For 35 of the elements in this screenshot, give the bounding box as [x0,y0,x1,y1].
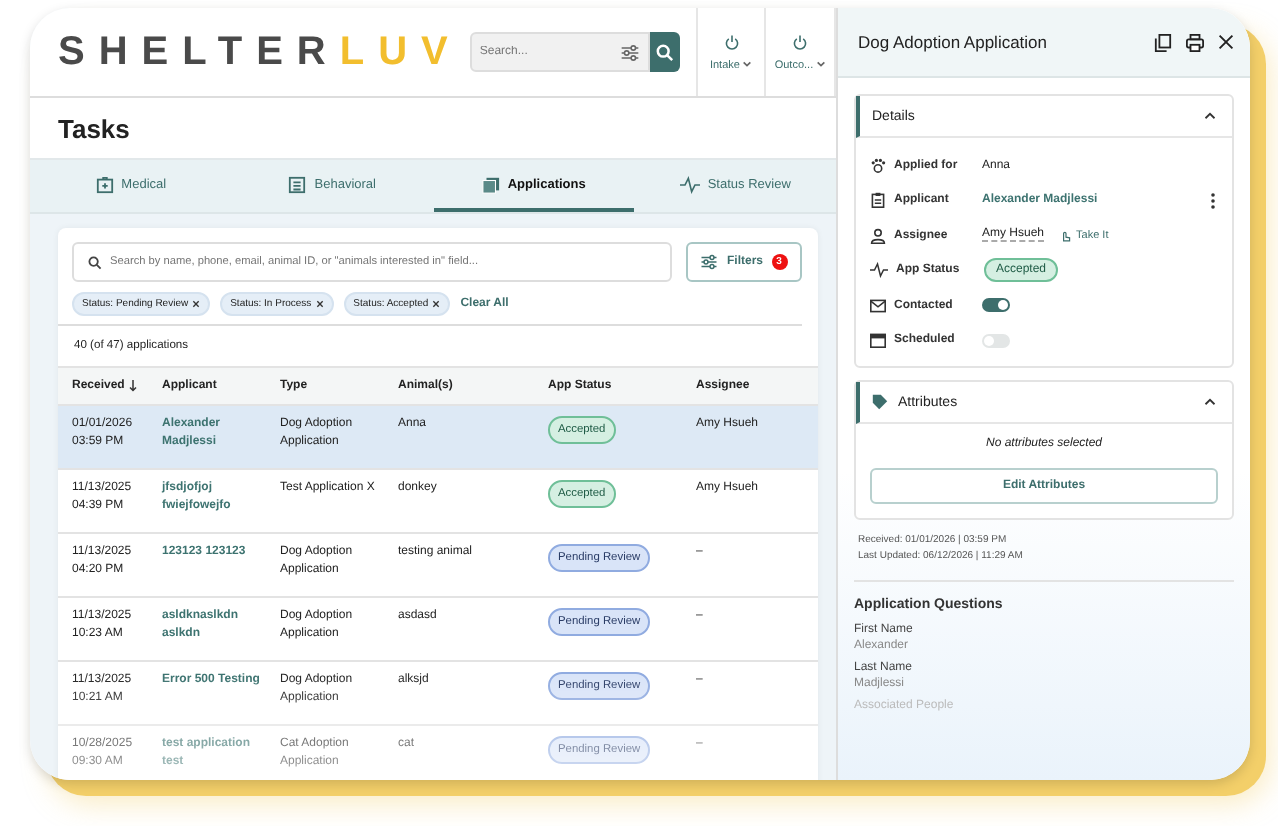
close-icon[interactable] [432,300,441,308]
search-icon [88,255,102,269]
person-icon [870,227,886,244]
calendar-icon [870,332,886,349]
close-icon[interactable] [1218,34,1234,50]
toggle-switch[interactable] [982,333,1010,348]
sort-arrow-icon [128,380,139,392]
page-title: Tasks [58,113,130,143]
medical-kit-icon [95,175,114,193]
caret-icon [742,59,753,67]
search-icon [655,43,674,61]
close-icon[interactable] [192,300,201,308]
envelope-icon [870,297,886,314]
more-options-icon[interactable] [1210,191,1216,210]
toggle-switch[interactable] [982,298,1010,313]
chevron-icon[interactable] [1204,112,1216,120]
pulse-icon [870,262,888,279]
shelterluv-logo[interactable]: SHELTER LUV [58,29,462,75]
sliders-icon [700,254,719,270]
caret-icon [816,59,827,67]
copy-icon[interactable] [1154,33,1172,51]
printer-icon[interactable] [1186,33,1204,51]
panel-title: Dog Adoption Application [858,32,1048,52]
close-icon[interactable] [315,300,324,308]
pulse-icon [679,175,700,193]
paw-icon [870,157,886,174]
power-icon [792,33,809,49]
search-button[interactable] [649,32,680,72]
tag-icon [872,394,888,410]
list-icon [288,175,307,193]
documents-icon [481,175,500,193]
clipboard-icon [870,192,886,209]
chevron-icon[interactable] [1204,398,1216,406]
power-icon [723,33,740,49]
sliders-icon[interactable] [619,43,640,61]
